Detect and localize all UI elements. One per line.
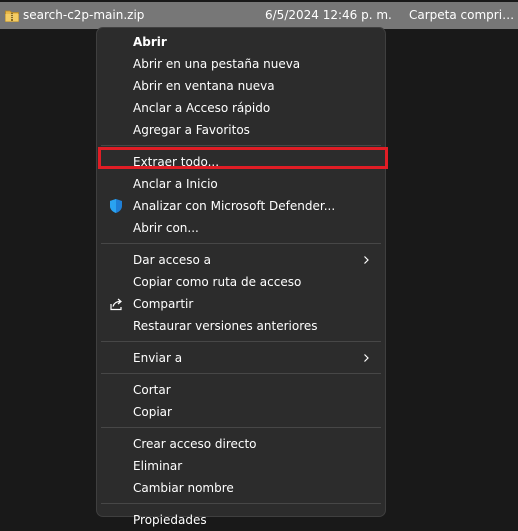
menu-item-label: Agregar a Favoritos — [133, 123, 250, 137]
share-icon — [110, 298, 122, 311]
menu-item-eliminar[interactable]: Eliminar — [101, 455, 381, 477]
menu-item-label: Enviar a — [133, 351, 183, 365]
menu-item-label: Copiar — [133, 405, 172, 419]
menu-separator — [101, 503, 381, 504]
menu-item-copiar-como-ruta-de-acceso[interactable]: Copiar como ruta de acceso — [101, 271, 381, 293]
menu-item-label: Cambiar nombre — [133, 481, 234, 495]
menu-separator — [101, 243, 381, 244]
menu-item-cortar[interactable]: Cortar — [101, 379, 381, 401]
menu-separator — [101, 427, 381, 428]
menu-item-analizar-con-microsoft-defender[interactable]: Analizar con Microsoft Defender... — [101, 195, 381, 217]
menu-item-label: Abrir en ventana nueva — [133, 79, 275, 93]
menu-item-label: Abrir con... — [133, 221, 199, 235]
menu-item-compartir[interactable]: Compartir — [101, 293, 381, 315]
menu-item-label: Dar acceso a — [133, 253, 212, 267]
menu-item-abrir[interactable]: Abrir — [101, 31, 381, 53]
menu-item-label: Propiedades — [133, 513, 207, 527]
menu-item-label: Compartir — [133, 297, 194, 311]
file-name: search-c2p-main.zip — [23, 8, 145, 22]
context-menu: Abrir Abrir en una pestaña nueva Abrir en … — [96, 27, 386, 527]
file-date-modified: 6/5/2024 12:46 p. m. — [265, 8, 392, 22]
menu-item-label: Crear acceso directo — [133, 437, 257, 451]
menu-item-dar-acceso-a[interactable]: Dar acceso a — [101, 249, 381, 271]
menu-item-label: Cortar — [133, 383, 171, 397]
menu-separator — [101, 373, 381, 374]
selected-file-row[interactable]: search-c2p-main.zip 6/5/2024 12:46 p. m.… — [0, 2, 518, 29]
menu-item-abrir-en-una-pestana-nueva[interactable]: Abrir en una pestaña nueva — [101, 53, 381, 75]
menu-item-abrir-en-ventana-nueva[interactable]: Abrir en ventana nueva — [101, 75, 381, 97]
menu-separator — [101, 341, 381, 342]
menu-item-copiar[interactable]: Copiar — [101, 401, 381, 423]
menu-item-extraer-todo[interactable]: Extraer todo... — [101, 151, 381, 173]
zip-folder-icon — [5, 10, 19, 22]
menu-separator — [101, 145, 381, 146]
menu-item-anclar-a-inicio[interactable]: Anclar a Inicio — [101, 173, 381, 195]
menu-item-label: Anclar a Inicio — [133, 177, 218, 191]
menu-item-label: Anclar a Acceso rápido — [133, 101, 271, 115]
chevron-right-icon — [364, 354, 369, 362]
menu-item-restaurar-versiones-anteriores[interactable]: Restaurar versiones anteriores — [101, 315, 381, 337]
menu-item-cambiar-nombre[interactable]: Cambiar nombre — [101, 477, 381, 499]
menu-item-abrir-con[interactable]: Abrir con... — [101, 217, 381, 239]
menu-item-label: Eliminar — [133, 459, 183, 473]
menu-item-label: Copiar como ruta de acceso — [133, 275, 302, 289]
menu-item-label: Abrir en una pestaña nueva — [133, 57, 301, 71]
menu-item-label: Abrir — [133, 35, 167, 49]
defender-shield-icon — [110, 199, 122, 213]
file-type: Carpeta comprimida (en zip) — [409, 8, 518, 22]
menu-item-propiedades[interactable]: Propiedades — [101, 509, 381, 531]
menu-item-enviar-a[interactable]: Enviar a — [101, 347, 381, 369]
menu-item-label: Analizar con Microsoft Defender... — [133, 199, 336, 213]
menu-item-anclar-a-acceso-rapido[interactable]: Anclar a Acceso rápido — [101, 97, 381, 119]
menu-item-agregar-a-favoritos[interactable]: Agregar a Favoritos — [101, 119, 381, 141]
menu-item-label: Restaurar versiones anteriores — [133, 319, 318, 333]
chevron-right-icon — [364, 256, 369, 264]
menu-item-crear-acceso-directo[interactable]: Crear acceso directo — [101, 433, 381, 455]
menu-item-label: Extraer todo... — [133, 155, 220, 169]
